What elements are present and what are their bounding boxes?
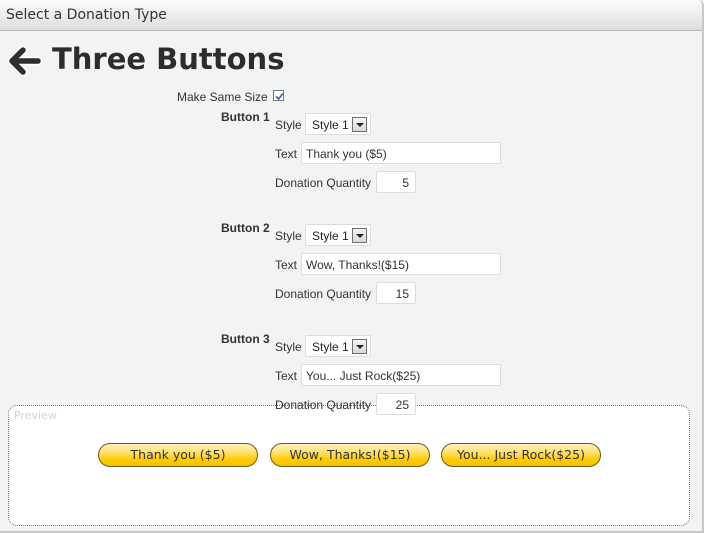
preview-panel: Preview Thank you ($5) Wow, Thanks!($15)…: [8, 405, 690, 526]
button-1-text-input[interactable]: Thank you ($5): [301, 142, 501, 164]
button-1-style-select[interactable]: Style 1: [305, 113, 371, 135]
chevron-down-icon[interactable]: [352, 339, 367, 354]
make-same-size-checkbox[interactable]: [273, 90, 284, 101]
chevron-down-icon[interactable]: [352, 117, 367, 132]
quantity-label: Donation Quantity: [275, 398, 372, 412]
preview-button-1[interactable]: Thank you ($5): [98, 443, 258, 467]
selected-style: Style 1: [312, 118, 349, 132]
chevron-down-icon[interactable]: [352, 228, 367, 243]
style-label: Style: [275, 229, 302, 243]
button-2-heading: Button 2: [221, 221, 270, 235]
quantity-label: Donation Quantity: [275, 176, 372, 190]
title-bar: Select a Donation Type: [0, 0, 702, 31]
selected-style: Style 1: [312, 340, 349, 354]
window-title: Select a Donation Type: [6, 7, 167, 23]
text-label: Text: [275, 258, 298, 272]
make-same-size-label: Make Same Size: [177, 90, 268, 104]
style-label: Style: [275, 118, 302, 132]
quantity-label: Donation Quantity: [275, 287, 372, 301]
donation-type-window: Select a Donation Type Three Buttons Mak…: [0, 0, 704, 533]
button-3-quantity-input[interactable]: 25: [376, 393, 416, 415]
page-title: Three Buttons: [52, 42, 285, 76]
button-3-heading: Button 3: [221, 332, 270, 346]
text-label: Text: [275, 147, 298, 161]
preview-button-3[interactable]: You... Just Rock($25): [441, 443, 601, 467]
text-label: Text: [275, 369, 298, 383]
button-2-style-select[interactable]: Style 1: [305, 224, 371, 246]
button-2-text-input[interactable]: Wow, Thanks!($15): [301, 253, 501, 275]
selected-style: Style 1: [312, 229, 349, 243]
style-label: Style: [275, 340, 302, 354]
arrow-left-icon[interactable]: [7, 44, 43, 78]
button-3-style-select[interactable]: Style 1: [305, 335, 371, 357]
button-1-quantity-input[interactable]: 5: [376, 171, 416, 193]
button-3-text-input[interactable]: You... Just Rock($25): [301, 364, 501, 386]
preview-button-2[interactable]: Wow, Thanks!($15): [270, 443, 430, 467]
button-1-heading: Button 1: [221, 110, 270, 124]
preview-legend: Preview: [14, 409, 57, 422]
checkmark-icon: [275, 92, 284, 101]
button-2-quantity-input[interactable]: 15: [376, 282, 416, 304]
